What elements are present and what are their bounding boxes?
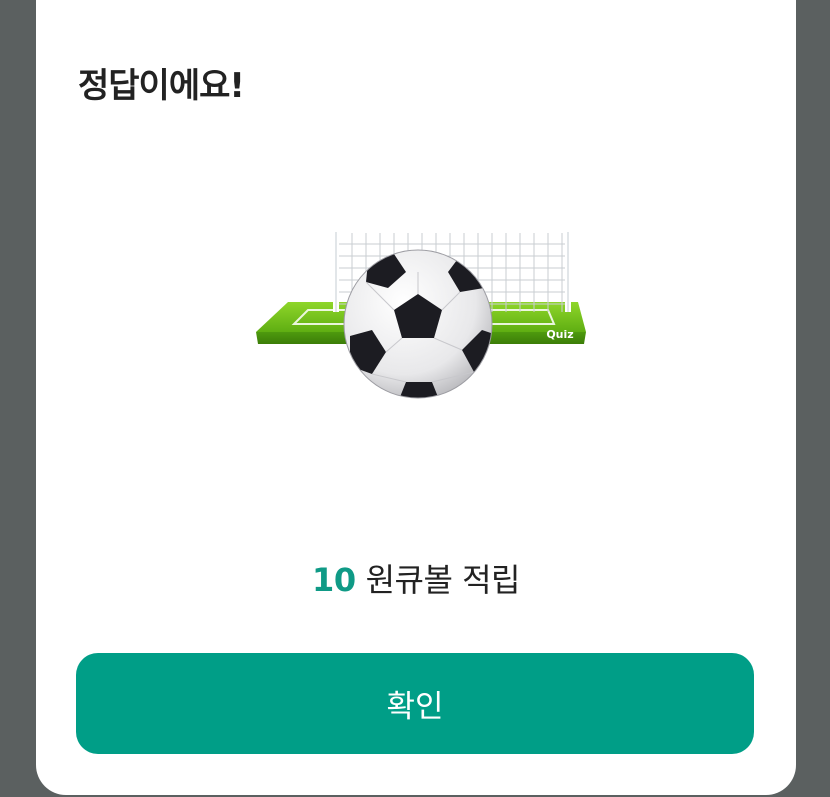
reward-text: 원큐볼 적립 (365, 561, 521, 599)
soccer-goal-ball-icon: Quiz (256, 232, 586, 399)
reward-summary: 10 원큐볼 적립 (36, 555, 796, 601)
goal-quiz-label: Quiz (546, 328, 573, 341)
result-dialog: 정답이에요! Quiz 10 원큐볼 적립 확인 (36, 0, 796, 795)
reward-amount: 10 (312, 561, 356, 599)
confirm-button[interactable]: 확인 (76, 653, 754, 754)
dialog-title: 정답이에요! (78, 66, 245, 106)
